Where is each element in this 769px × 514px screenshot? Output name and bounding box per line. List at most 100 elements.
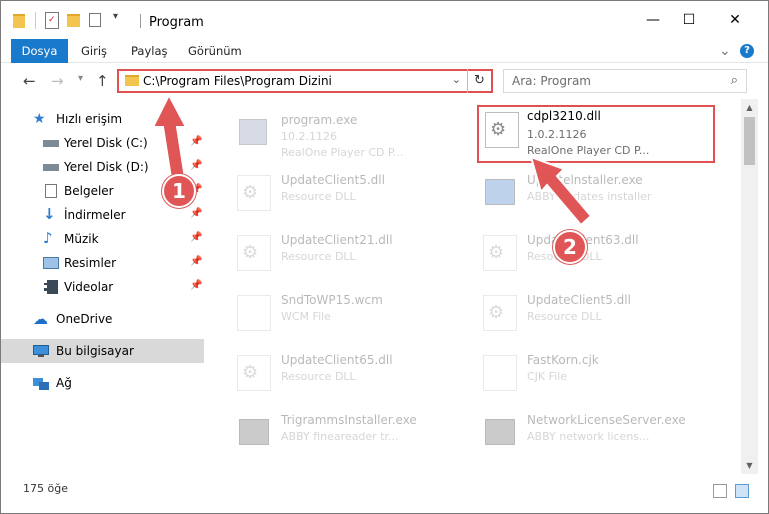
ribbon-expand-icon[interactable]: ⌄ — [719, 39, 731, 63]
scroll-thumb[interactable] — [744, 117, 755, 165]
address-path: C:\Program Files\Program Dizini — [143, 74, 332, 88]
file-tile-selected[interactable]: ⚙ cdpl3210.dll 1.0.2.1126 RealOne Player… — [477, 105, 715, 163]
tab-file[interactable]: Dosya — [11, 39, 68, 63]
gear-icon: ⚙ — [242, 362, 259, 383]
file-tile[interactable]: ⚙ UpdateClient21.dll Resource DLL — [211, 223, 451, 279]
sidebar-item-network[interactable]: Ağ — [1, 371, 204, 395]
file-name: Updatelnstaller.exe — [527, 173, 643, 187]
application-icon — [483, 415, 517, 451]
step-badge-one: 1 — [162, 174, 196, 208]
sidebar-item-label: Resimler — [64, 256, 117, 270]
new-folder-icon[interactable] — [67, 14, 80, 27]
drive-icon — [43, 135, 59, 151]
back-arrow-icon[interactable]: ← — [23, 72, 36, 90]
step-badge-two: 2 — [553, 230, 587, 264]
properties-icon[interactable]: ✓ — [45, 12, 59, 29]
file-tile[interactable]: TrigrammsInstaller.exe ABBY fineareader … — [211, 403, 451, 459]
close-button[interactable]: ✕ — [712, 1, 758, 39]
details-view-icon[interactable] — [713, 484, 727, 498]
quick-access-dropdown-icon[interactable]: ▾ — [113, 11, 118, 29]
address-row: ← → ▾ ↑ C:\Program Files\Program Dizini … — [1, 63, 768, 99]
sidebar-item-quick-access[interactable]: ★ Hızlı erişim — [1, 107, 204, 131]
file-version: Resource DLL — [527, 310, 602, 323]
videos-icon — [43, 279, 59, 295]
pin-icon: 📌 — [190, 136, 203, 147]
title-bar: ✓ ▾ Program — ☐ ✕ — [1, 1, 768, 39]
file-icon — [237, 295, 271, 331]
recent-locations-icon[interactable]: ▾ — [78, 73, 83, 84]
sidebar-item-drive-c[interactable]: Yerel Disk (C:) 📌 — [1, 131, 204, 155]
sidebar-item-pictures[interactable]: Resimler 📌 — [1, 251, 204, 275]
up-arrow-icon[interactable]: ↑ — [96, 72, 109, 90]
downloads-icon: ↓ — [43, 205, 56, 223]
chevron-down-icon[interactable]: ⌄ — [452, 73, 461, 86]
file-version: Resource DLL — [281, 190, 356, 203]
ribbon: Dosya Giriş Paylaş Görünüm ⌄ ? — [1, 39, 768, 63]
maximize-button[interactable]: ☐ — [666, 1, 712, 39]
sidebar-item-this-pc[interactable]: Bu bilgisayar — [1, 339, 204, 363]
file-name: UpdateClient5.dll — [527, 293, 631, 307]
file-tile[interactable]: FastKorn.cjk CJK File — [457, 343, 697, 399]
explorer-window: ✓ ▾ Program — ☐ ✕ Dosya Giriş Paylaş Gör… — [0, 0, 769, 514]
file-tile[interactable]: ⚙ UpdateClient65.dll Resource DLL — [211, 343, 451, 399]
pin-icon: 📌 — [190, 208, 203, 219]
gear-icon: ⚙ — [242, 182, 259, 203]
dll-file-icon: ⚙ — [485, 112, 519, 148]
tab-share[interactable]: Paylaş — [131, 39, 168, 63]
file-version: Resource DLL — [281, 370, 356, 383]
application-icon — [237, 115, 271, 151]
title-separator — [140, 14, 141, 28]
gear-icon: ⚙ — [488, 242, 505, 263]
pin-icon: 📌 — [190, 232, 203, 243]
gear-icon: ⚙ — [488, 302, 505, 323]
tab-view[interactable]: Görünüm — [188, 39, 242, 63]
sidebar-item-music[interactable]: ♪ Müzik 📌 — [1, 227, 204, 251]
address-bar[interactable]: C:\Program Files\Program Dizini ⌄ ↻ — [117, 69, 493, 93]
pin-icon: 📌 — [190, 160, 203, 171]
computer-icon — [33, 343, 49, 359]
window-title: Program — [149, 15, 204, 30]
help-icon[interactable]: ? — [740, 44, 754, 58]
view-options-icon[interactable] — [89, 13, 101, 27]
dll-file-icon: ⚙ — [483, 235, 517, 271]
pin-icon: 📌 — [190, 256, 203, 267]
drive-icon — [43, 159, 59, 175]
file-list: program.exe 10.2.1126 RealOne Player CD … — [207, 99, 741, 474]
file-name: TrigrammsInstaller.exe — [281, 413, 417, 427]
network-icon — [33, 375, 49, 391]
file-version: WCM File — [281, 310, 331, 323]
file-tile[interactable]: Updatelnstaller.exe ABBY updates install… — [457, 163, 697, 219]
file-tile[interactable]: SndToWP15.wcm WCM File — [211, 283, 451, 339]
application-icon — [237, 415, 271, 451]
file-tile[interactable]: NetworkLicenseServer.exe ABBY network li… — [457, 403, 697, 459]
refresh-icon[interactable]: ↻ — [467, 69, 491, 93]
file-name: NetworkLicenseServer.exe — [527, 413, 686, 427]
tab-home[interactable]: Giriş — [81, 39, 107, 63]
gear-icon: ⚙ — [242, 242, 259, 263]
file-name: UpdateClient65.dll — [281, 353, 393, 367]
vertical-scrollbar[interactable]: ▲ ▼ — [741, 99, 758, 474]
sidebar-item-label: Bu bilgisayar — [56, 344, 134, 358]
file-tile[interactable]: ⚙ UpdateClient5.dll Resource DLL — [457, 283, 697, 339]
sidebar-item-onedrive[interactable]: ☁ OneDrive — [1, 307, 204, 331]
file-name: UpdateClient21.dll — [281, 233, 393, 247]
file-version: Resource DLL — [281, 250, 356, 263]
file-version: 1.0.2.1126 — [527, 128, 587, 141]
application-icon — [483, 175, 517, 211]
sidebar-item-label: İndirmeler — [64, 208, 126, 222]
music-icon: ♪ — [43, 229, 53, 247]
scroll-down-icon[interactable]: ▼ — [741, 457, 758, 474]
sidebar-item-label: Yerel Disk (D:) — [64, 160, 149, 174]
forward-arrow-icon[interactable]: → — [51, 72, 64, 90]
sidebar-item-videos[interactable]: Videolar 📌 — [1, 275, 204, 299]
search-icon: ⌕ — [730, 73, 738, 88]
dll-file-icon: ⚙ — [237, 235, 271, 271]
file-tile[interactable]: program.exe 10.2.1126 RealOne Player CD … — [211, 103, 451, 159]
gear-icon: ⚙ — [490, 119, 507, 140]
file-tile[interactable]: ⚙ UpdateClient5.dll Resource DLL — [211, 163, 451, 219]
file-name: UpdateClient5.dll — [281, 173, 385, 187]
sidebar-item-label: Belgeler — [64, 184, 114, 198]
scroll-up-icon[interactable]: ▲ — [741, 99, 758, 116]
tiles-view-icon[interactable] — [735, 484, 749, 498]
search-input[interactable]: Ara: Program ⌕ — [503, 69, 747, 93]
